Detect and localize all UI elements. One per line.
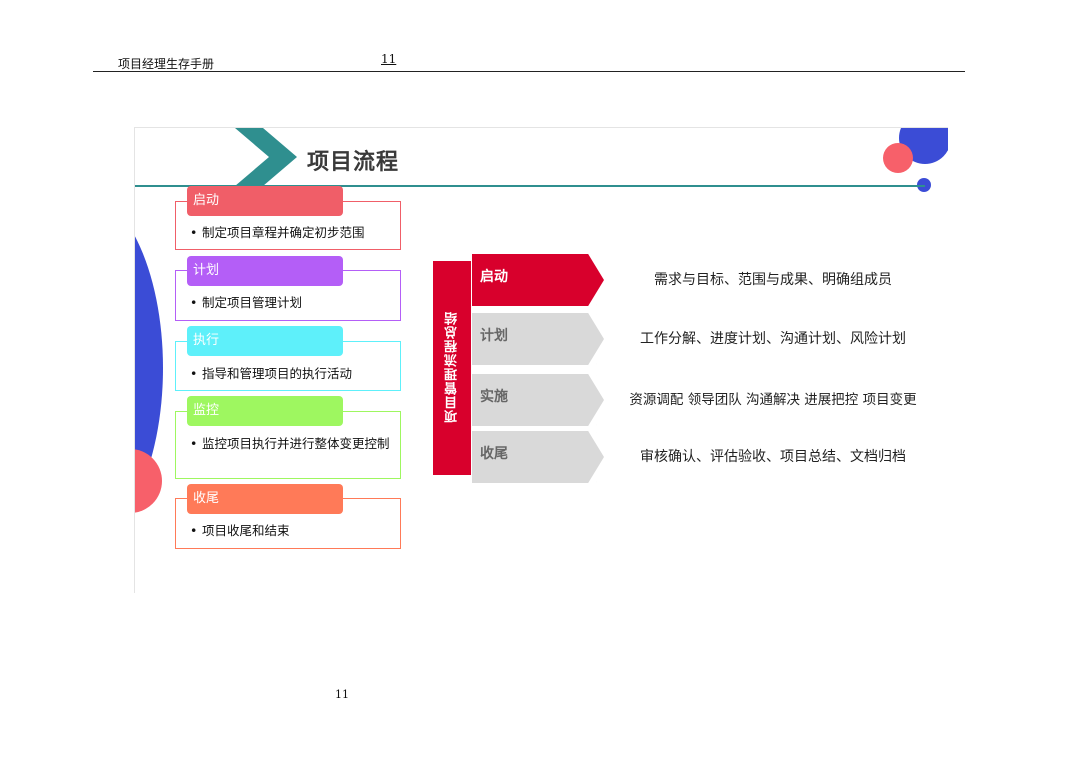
summary-title: 项目管理流程总结: [445, 311, 460, 423]
footer-page-number: 11: [335, 688, 349, 701]
header-rule: [93, 71, 965, 72]
stage-label-plan: 计划: [187, 256, 343, 286]
summary-row-label: 实施: [472, 374, 604, 426]
slide-title: 项目流程: [307, 150, 400, 175]
coral-circle-decoration: [883, 143, 913, 173]
header-page-number: 11: [381, 52, 397, 66]
stage-label-monitor: 监控: [187, 396, 343, 426]
summary-side-bar: 项目管理流程总结: [433, 261, 471, 475]
summary-row-label: 计划: [472, 313, 604, 365]
stage-label-close: 收尾: [187, 484, 343, 514]
summary-row-content: 工作分解、进度计划、沟通计划、风险计划: [640, 331, 906, 347]
stage-label-initiate: 启动: [187, 186, 343, 216]
chevron-icon: [235, 128, 297, 186]
slide: 项目流程 制定项目章程并确定初步范围 启动 制定项目管理计划 计划 指导和管理项…: [134, 127, 948, 593]
summary-row-label: 启动: [472, 254, 604, 306]
stage-description: 项目收尾和结束: [176, 523, 400, 539]
stage-description: 制定项目管理计划: [176, 295, 400, 311]
stage-label-execute: 执行: [187, 326, 343, 356]
coral-arc-decoration: [135, 449, 162, 513]
stage-description: 监控项目执行并进行整体变更控制: [176, 436, 400, 452]
summary-row-content: 资源调配 领导团队 沟通解决 进展把控 项目变更: [629, 392, 917, 408]
stage-description: 指导和管理项目的执行活动: [176, 366, 400, 382]
summary-row-label: 收尾: [472, 431, 604, 483]
document-header-title: 项目经理生存手册: [118, 57, 215, 71]
summary-row-content: 需求与目标、范围与成果、明确组成员: [654, 272, 892, 288]
stage-description: 制定项目章程并确定初步范围: [176, 225, 400, 241]
summary-row-content: 审核确认、评估验收、项目总结、文档归档: [640, 449, 906, 465]
